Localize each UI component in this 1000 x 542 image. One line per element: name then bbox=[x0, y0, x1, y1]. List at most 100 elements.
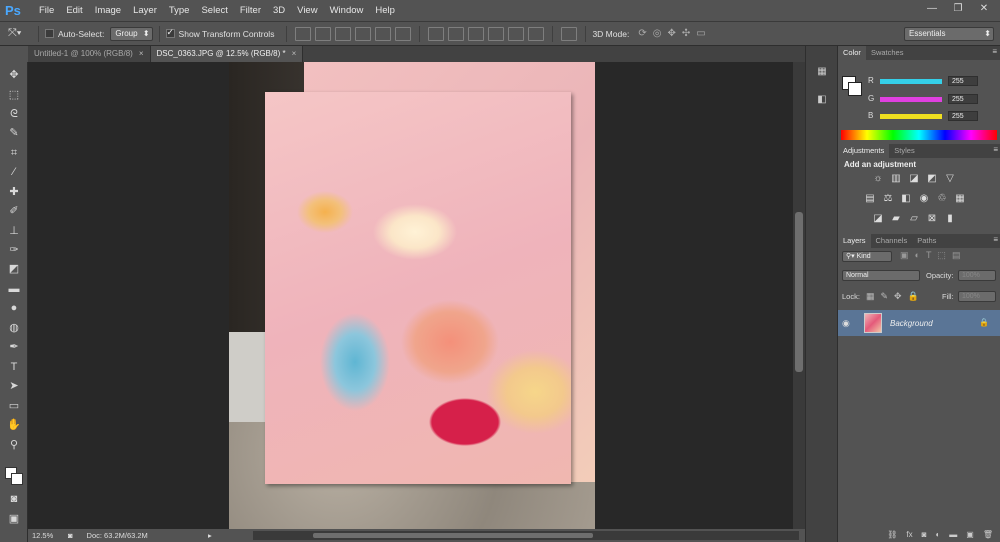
distribute-hcenter-icon[interactable] bbox=[508, 26, 525, 41]
auto-select-checkbox[interactable] bbox=[45, 29, 54, 38]
tab-swatches[interactable]: Swatches bbox=[866, 46, 909, 60]
show-transform-checkbox[interactable] bbox=[165, 27, 175, 38]
menu-window[interactable]: Window bbox=[324, 0, 370, 22]
brush-tool-icon[interactable]: ✐ bbox=[6, 204, 22, 218]
green-value[interactable]: 255 bbox=[948, 94, 978, 104]
path-select-tool-icon[interactable]: ➤ bbox=[6, 379, 22, 393]
crop-tool-icon[interactable]: ⌗ bbox=[6, 146, 22, 160]
3d-slide-icon[interactable]: ✣ bbox=[682, 28, 690, 39]
tab-color[interactable]: Color bbox=[838, 46, 866, 60]
hand-tool-icon[interactable]: ✋ bbox=[6, 418, 22, 432]
blur-tool-icon[interactable]: ● bbox=[6, 301, 22, 315]
levels-icon[interactable]: ▥ bbox=[890, 174, 902, 184]
move-tool-icon[interactable]: ⤧▾ bbox=[8, 27, 32, 40]
gradient-map-icon[interactable]: ▮ bbox=[944, 214, 956, 224]
red-bar[interactable] bbox=[880, 79, 942, 84]
menu-image[interactable]: Image bbox=[89, 0, 127, 22]
layer-name[interactable]: Background bbox=[890, 319, 933, 328]
align-vcenter-icon[interactable] bbox=[315, 26, 332, 41]
color-swatches-icon[interactable] bbox=[5, 467, 25, 487]
panel-menu-icon[interactable]: ≡ bbox=[992, 47, 997, 56]
tab-dsc-0363[interactable]: DSC_0363.JPG @ 12.5% (RGB/8) * × bbox=[150, 46, 304, 62]
tab-untitled[interactable]: Untitled-1 @ 100% (RGB/8) × bbox=[28, 46, 151, 62]
scroll-thumb[interactable] bbox=[313, 533, 593, 538]
close-icon[interactable]: ✕ bbox=[974, 2, 994, 16]
panel-menu-icon[interactable]: ≡ bbox=[993, 235, 998, 244]
workspace-dropdown[interactable]: Essentials bbox=[904, 27, 994, 41]
blue-slider[interactable]: B 255 bbox=[838, 111, 1000, 123]
status-menu-icon[interactable]: ◙ bbox=[68, 531, 73, 540]
distribute-top-icon[interactable] bbox=[428, 26, 445, 41]
auto-select-dropdown[interactable]: Group bbox=[110, 26, 153, 41]
align-top-icon[interactable] bbox=[295, 26, 312, 41]
clone-stamp-tool-icon[interactable]: ⊥ bbox=[6, 224, 22, 238]
distribute-left-icon[interactable] bbox=[488, 26, 505, 41]
menu-layer[interactable]: Layer bbox=[127, 0, 163, 22]
delete-layer-icon[interactable]: 🗑 bbox=[983, 530, 993, 539]
3d-scale-icon[interactable]: ▭ bbox=[696, 28, 705, 39]
layer-filter-kind[interactable]: ⚲▾ Kind bbox=[842, 251, 892, 262]
menu-filter[interactable]: Filter bbox=[234, 0, 267, 22]
photo-filter-icon[interactable]: ◉ bbox=[918, 194, 930, 204]
opacity-field[interactable]: 100% bbox=[958, 270, 996, 281]
tab-paths[interactable]: Paths bbox=[912, 234, 941, 248]
layer-filter-icons[interactable]: ▣◐T⬚▤ bbox=[900, 250, 966, 261]
menu-edit[interactable]: Edit bbox=[60, 0, 88, 22]
black-white-icon[interactable]: ◧ bbox=[900, 194, 912, 204]
lock-icons[interactable]: ▦✎✥🔒 bbox=[866, 291, 925, 302]
threshold-icon[interactable]: ▱ bbox=[908, 214, 920, 224]
tab-layers[interactable]: Layers bbox=[838, 234, 871, 248]
quick-mask-icon[interactable]: ◙ bbox=[6, 492, 22, 506]
eraser-tool-icon[interactable]: ◩ bbox=[6, 262, 22, 276]
close-icon[interactable]: × bbox=[292, 49, 297, 58]
link-layers-icon[interactable]: ⛓ bbox=[887, 530, 897, 539]
marquee-tool-icon[interactable]: ⬚ bbox=[6, 88, 22, 102]
hue-saturation-icon[interactable]: ▤ bbox=[864, 194, 876, 204]
dodge-tool-icon[interactable]: ◍ bbox=[6, 321, 22, 335]
color-balance-icon[interactable]: ⚖ bbox=[882, 194, 894, 204]
scroll-thumb[interactable] bbox=[795, 212, 803, 372]
eyedropper-tool-icon[interactable]: ⁄ bbox=[6, 165, 22, 179]
selective-color-icon[interactable]: ⊠ bbox=[926, 214, 938, 224]
red-slider[interactable]: R 255 bbox=[838, 76, 1000, 88]
layer-row-background[interactable]: ◉ Background 🔒 bbox=[838, 310, 1000, 336]
exposure-icon[interactable]: ◩ bbox=[926, 174, 938, 184]
align-left-icon[interactable] bbox=[355, 26, 372, 41]
panel-menu-icon[interactable]: ≡ bbox=[993, 145, 998, 154]
menu-view[interactable]: View bbox=[291, 0, 323, 22]
blue-bar[interactable] bbox=[880, 114, 942, 119]
posterize-icon[interactable]: ▰ bbox=[890, 214, 902, 224]
green-slider[interactable]: G 255 bbox=[838, 94, 1000, 106]
quick-select-tool-icon[interactable]: ✎ bbox=[6, 126, 22, 140]
type-tool-icon[interactable]: T bbox=[6, 360, 22, 374]
visibility-eye-icon[interactable]: ◉ bbox=[842, 318, 856, 329]
pen-tool-icon[interactable]: ✒ bbox=[6, 340, 22, 354]
auto-align-icon[interactable] bbox=[561, 26, 578, 41]
distribute-vcenter-icon[interactable] bbox=[448, 26, 465, 41]
gradient-tool-icon[interactable]: ▬ bbox=[6, 282, 22, 296]
vertical-scrollbar[interactable] bbox=[793, 62, 805, 529]
horizontal-scrollbar[interactable] bbox=[253, 531, 799, 540]
fill-field[interactable]: 100% bbox=[958, 291, 996, 302]
healing-brush-tool-icon[interactable]: ✚ bbox=[6, 185, 22, 199]
properties-icon[interactable]: ◧ bbox=[814, 94, 830, 108]
rectangle-tool-icon[interactable]: ▭ bbox=[6, 399, 22, 413]
invert-icon[interactable]: ◪ bbox=[872, 214, 884, 224]
menu-file[interactable]: File bbox=[33, 0, 60, 22]
menu-3d[interactable]: 3D bbox=[267, 0, 291, 22]
distribute-bottom-icon[interactable] bbox=[468, 26, 485, 41]
menu-help[interactable]: Help bbox=[369, 0, 401, 22]
vibrance-icon[interactable]: ▽ bbox=[944, 174, 956, 184]
menu-type[interactable]: Type bbox=[163, 0, 196, 22]
screen-mode-icon[interactable]: ▣ bbox=[6, 512, 22, 526]
close-icon[interactable]: × bbox=[139, 49, 144, 58]
align-right-icon[interactable] bbox=[395, 26, 412, 41]
zoom-tool-icon[interactable]: ⚲ bbox=[6, 438, 22, 452]
red-value[interactable]: 255 bbox=[948, 76, 978, 86]
blend-mode-dropdown[interactable]: Normal bbox=[842, 270, 920, 281]
align-hcenter-icon[interactable] bbox=[375, 26, 392, 41]
menu-select[interactable]: Select bbox=[195, 0, 233, 22]
3d-rotate-icon[interactable]: ⟳ bbox=[638, 28, 646, 39]
zoom-level[interactable]: 12.5% bbox=[32, 531, 68, 540]
tab-styles[interactable]: Styles bbox=[889, 144, 919, 158]
